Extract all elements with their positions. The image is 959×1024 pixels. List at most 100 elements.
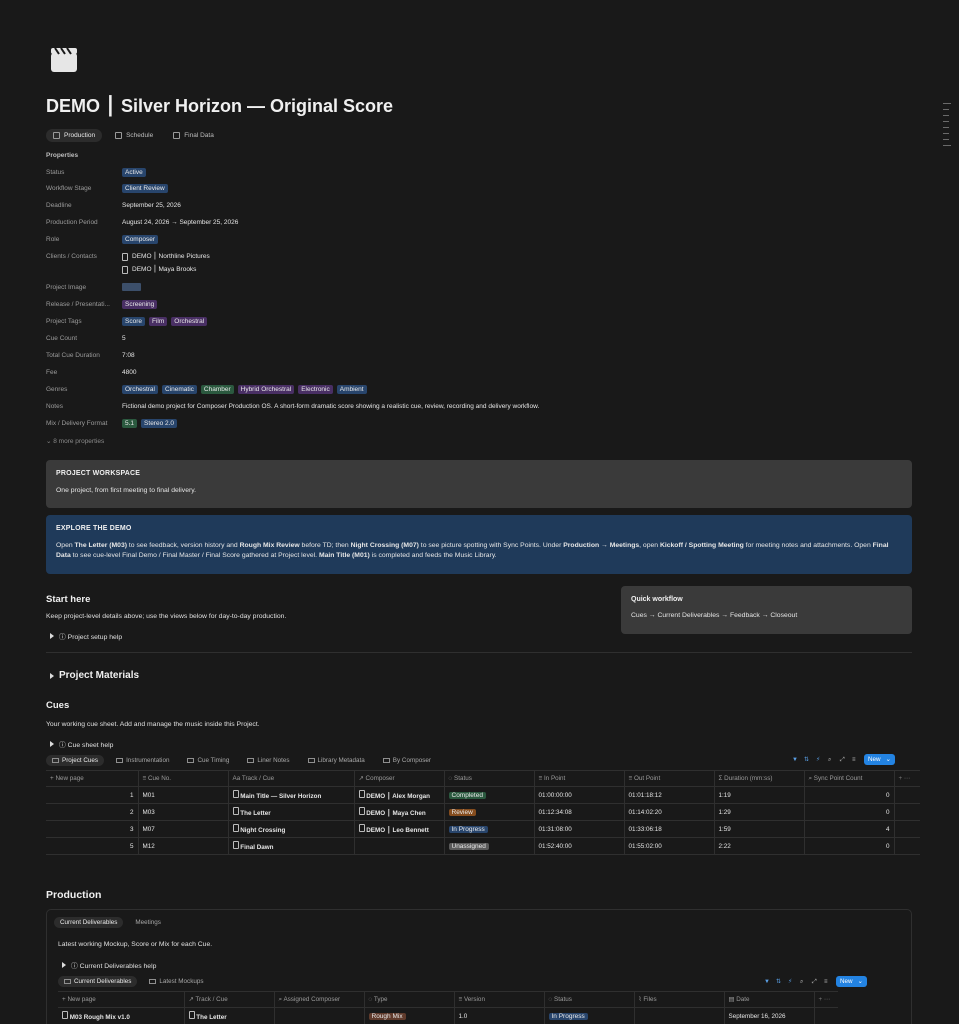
prop-status[interactable]: Status Active: [46, 168, 146, 177]
project-materials-toggle[interactable]: Project Materials: [50, 670, 139, 681]
prop-total-cue-duration[interactable]: Total Cue Duration 7:08: [46, 351, 135, 360]
current-deliverables-help-toggle[interactable]: ⓘ Current Deliverables help: [62, 960, 156, 970]
view-tab-current-deliverables[interactable]: Current Deliverables: [58, 976, 138, 987]
table-row[interactable]: 2 M03 The Letter DEMO ⎮ Maya Chen Review…: [46, 803, 920, 821]
tab-final-data[interactable]: Final Data: [166, 129, 221, 142]
column-date[interactable]: ▤ Date: [723, 991, 814, 1008]
column-duration[interactable]: Σ Duration (mm:ss): [713, 770, 804, 787]
view-tab-cue-timing[interactable]: Cue Timing: [181, 755, 235, 766]
explore-text: Open The Letter (M03) to see feedback, v…: [56, 542, 889, 559]
prop-project-tags[interactable]: Project Tags Score Film Orchestral: [46, 317, 208, 326]
view-tab-instrumentation[interactable]: Instrumentation: [110, 755, 175, 766]
search-icon[interactable]: ⌕: [828, 757, 834, 763]
status-badge: In Progress: [548, 1012, 588, 1020]
prop-project-image[interactable]: Project Image: [46, 283, 141, 292]
prop-genres[interactable]: Genres Orchestral Cinematic Chamber Hybr…: [46, 385, 367, 394]
column-cue-no[interactable]: ≡ Cue No.: [137, 770, 228, 787]
production-heading: Production: [46, 889, 102, 901]
settings-icon[interactable]: ≡: [824, 979, 830, 985]
more-properties-toggle[interactable]: ⌄ 8 more properties: [46, 437, 104, 445]
outline-navigation[interactable]: [943, 103, 951, 151]
table-row[interactable]: 3 M07 Night Crossing DEMO ⎮ Leo Bennett …: [46, 820, 920, 838]
expand-icon[interactable]: ⤢: [812, 979, 818, 985]
table-row[interactable]: 1 M01 Main Title — Silver Horizon DEMO ⎮…: [46, 786, 920, 804]
column-out-point[interactable]: ≡ Out Point: [623, 770, 714, 787]
view-tab-library-metadata[interactable]: Library Metadata: [302, 755, 371, 766]
doc-icon: [53, 132, 60, 139]
prop-cue-count[interactable]: Cue Count 5: [46, 334, 126, 343]
column-files[interactable]: ⌇ Files: [633, 991, 724, 1008]
prop-deadline[interactable]: Deadline September 25, 2026: [46, 201, 181, 210]
calendar-icon: [115, 132, 123, 139]
table-icon: [116, 758, 124, 763]
status-badge: Completed: [448, 791, 486, 799]
view-tab-project-cues[interactable]: Project Cues: [46, 755, 105, 766]
prop-workflow-stage[interactable]: Workflow Stage Client Review: [46, 184, 168, 193]
project-image-thumbnail[interactable]: [122, 283, 141, 291]
prop-role[interactable]: Role Composer: [46, 235, 158, 244]
prop-fee[interactable]: Fee 4800: [46, 368, 136, 377]
explore-demo-callout: EXPLORE THE DEMO Open The Letter (M03) t…: [46, 515, 912, 574]
sort-icon[interactable]: ⇅: [776, 979, 782, 985]
triangle-right-icon: [50, 672, 54, 679]
add-column-button[interactable]: + ⋯: [813, 991, 838, 1008]
new-button[interactable]: New ⌄: [836, 976, 867, 987]
table-icon: [187, 758, 195, 763]
column-sync-point-count[interactable]: ⌕ Sync Point Count: [803, 770, 894, 787]
prop-notes[interactable]: Notes Fictional demo project for Compose…: [46, 402, 539, 411]
column-in-point[interactable]: ≡ In Point: [533, 770, 624, 787]
page-icon: [62, 1011, 68, 1019]
add-column-button[interactable]: + ⋯: [893, 770, 920, 787]
table-row[interactable]: 5 M12 Final Dawn Unassigned 01:52:40:00 …: [46, 837, 920, 855]
prop-clients[interactable]: Clients / Contacts DEMO ⎮ Northline Pict…: [46, 252, 210, 274]
client-link[interactable]: DEMO ⎮ Northline Pictures: [122, 252, 210, 261]
tab-schedule[interactable]: Schedule: [108, 129, 160, 142]
filter-icon[interactable]: ▼: [792, 757, 798, 763]
column-assigned-composer[interactable]: ⌕ Assigned Composer: [273, 991, 364, 1008]
prop-production-period[interactable]: Production Period August 24, 2026 → Sept…: [46, 218, 238, 227]
column-track-cue[interactable]: Aa Track / Cue: [227, 770, 354, 787]
tab-production[interactable]: Production: [46, 129, 103, 142]
column-new-page[interactable]: + New page: [58, 991, 184, 1008]
triangle-right-icon: [62, 962, 66, 968]
cues-toolbar: ▼ ⇅ ⚡ ⌕ ⤢ ≡ New ⌄: [792, 754, 895, 765]
prop-mix-format[interactable]: Mix / Delivery Format 5.1 Stereo 2.0: [46, 419, 178, 428]
automation-icon[interactable]: ⚡: [816, 757, 822, 763]
page-icon: [122, 252, 128, 261]
tab-meetings[interactable]: Meetings: [129, 917, 167, 928]
expand-icon[interactable]: ⤢: [840, 757, 846, 763]
cues-table: + New page ≡ Cue No. Aa Track / Cue ↗ Co…: [46, 770, 920, 855]
table-icon: [52, 758, 59, 763]
filter-icon[interactable]: ▼: [764, 979, 770, 985]
client-link[interactable]: DEMO ⎮ Maya Brooks: [122, 265, 210, 274]
table-icon: [382, 758, 390, 763]
sort-icon[interactable]: ⇅: [804, 757, 810, 763]
column-status[interactable]: ◌ Status: [443, 770, 534, 787]
column-new-page[interactable]: + New page: [46, 770, 138, 787]
column-type[interactable]: ◌ Type: [363, 991, 454, 1008]
quick-workflow-callout: Quick workflow Cues → Current Deliverabl…: [621, 586, 912, 634]
column-track-cue[interactable]: ↗ Track / Cue: [183, 991, 274, 1008]
view-tab-latest-mockups[interactable]: Latest Mockups: [143, 976, 209, 987]
column-composer[interactable]: ↗ Composer: [353, 770, 444, 787]
production-tabs: Current Deliverables Meetings: [54, 917, 167, 928]
project-workspace-callout: PROJECT WORKSPACE One project, from firs…: [46, 460, 912, 508]
deliverables-table: + New page ↗ Track / Cue ⌕ Assigned Comp…: [58, 991, 838, 1024]
project-setup-help-toggle[interactable]: ⓘ Project setup help: [50, 631, 122, 641]
table-row[interactable]: M03 Rough Mix v1.0 The Letter Rough Mix …: [58, 1007, 838, 1024]
search-icon[interactable]: ⌕: [800, 979, 806, 985]
tab-current-deliverables[interactable]: Current Deliverables: [54, 917, 124, 928]
settings-icon[interactable]: ≡: [852, 757, 858, 763]
chevron-down-icon: ⌄: [885, 756, 891, 763]
prop-release[interactable]: Release / Presentati... Screening: [46, 300, 158, 309]
cue-sheet-help-toggle[interactable]: ⓘ Cue sheet help: [50, 739, 113, 749]
automation-icon[interactable]: ⚡: [788, 979, 794, 985]
start-here-heading: Start here: [46, 594, 91, 605]
view-tab-liner-notes[interactable]: Liner Notes: [241, 755, 295, 766]
new-button[interactable]: New ⌄: [864, 754, 895, 765]
page-icon: [232, 807, 239, 815]
view-tab-by-composer[interactable]: By Composer: [377, 755, 437, 766]
column-version[interactable]: ≡ Version: [453, 991, 544, 1008]
cues-text: Your working cue sheet. Add and manage t…: [46, 721, 260, 728]
column-status[interactable]: ◌ Status: [543, 991, 634, 1008]
